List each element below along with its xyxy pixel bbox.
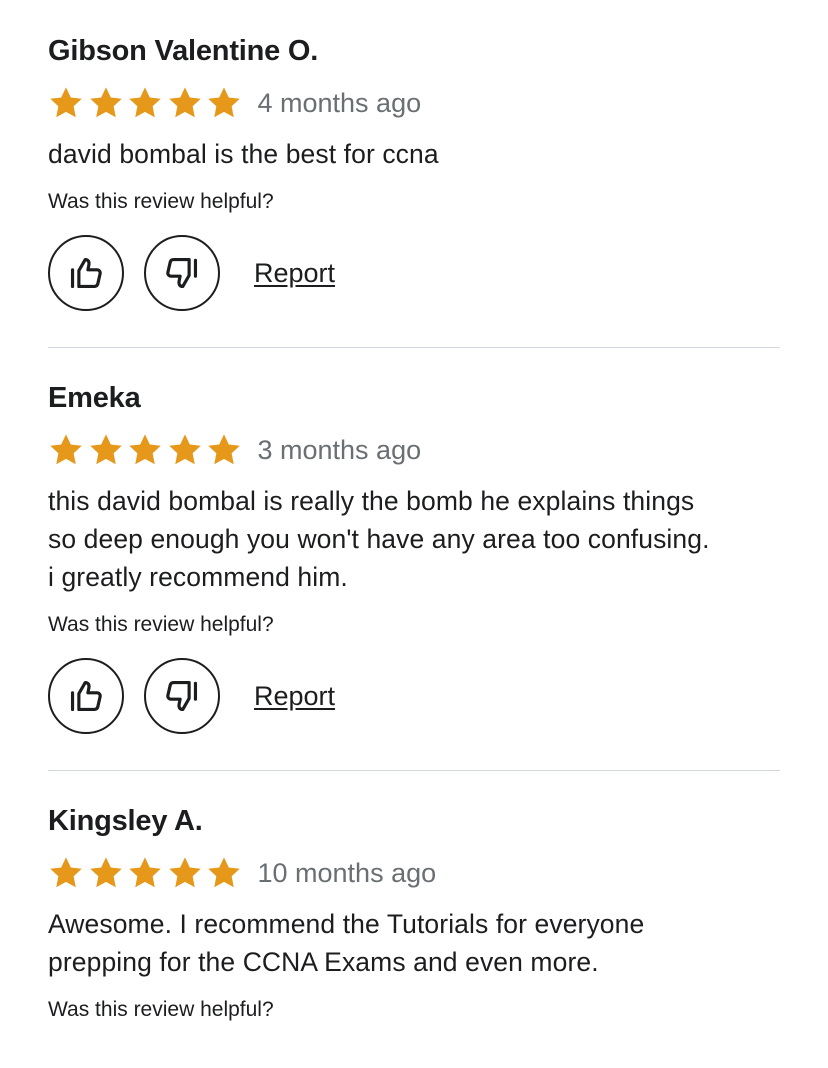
review-item: Kingsley A. 10 months ago Awesome. I rec…	[48, 771, 780, 1025]
thumbs-up-button[interactable]	[48, 235, 124, 311]
helpful-prompt: Was this review helpful?	[48, 998, 274, 1021]
star-rating	[48, 85, 246, 121]
thumbs-up-button[interactable]	[48, 658, 124, 734]
thumbs-up-icon	[67, 677, 105, 715]
review-text: Awesome. I recommend the Tutorials for e…	[48, 905, 780, 981]
star-icon	[206, 855, 242, 891]
report-link[interactable]: Report	[254, 681, 335, 712]
thumbs-down-icon	[163, 254, 201, 292]
helpful-prompt: Was this review helpful?	[48, 190, 274, 213]
star-icon	[88, 85, 124, 121]
rating-row: 10 months ago	[48, 855, 780, 891]
star-icon	[206, 432, 242, 468]
star-icon	[48, 855, 84, 891]
rating-row: 4 months ago	[48, 85, 780, 121]
review-text-line: i greatly recommend him.	[48, 562, 348, 592]
reviewer-name: Gibson Valentine O.	[48, 35, 319, 67]
star-icon	[167, 855, 203, 891]
star-icon	[127, 855, 163, 891]
reviews-list: Gibson Valentine O. 4 months ago david b…	[48, 0, 780, 1025]
review-text-line: david bombal is the best for ccna	[48, 139, 439, 169]
thumbs-down-button[interactable]	[144, 235, 220, 311]
star-icon	[48, 432, 84, 468]
star-icon	[88, 855, 124, 891]
review-date: 4 months ago	[257, 88, 422, 118]
star-icon	[167, 432, 203, 468]
thumbs-down-button[interactable]	[144, 658, 220, 734]
review-text-line: this david bombal is really the bomb he …	[48, 486, 695, 516]
review-actions: Report	[48, 233, 780, 313]
star-icon	[167, 85, 203, 121]
thumbs-down-icon	[163, 677, 201, 715]
star-icon	[127, 432, 163, 468]
thumbs-up-icon	[67, 254, 105, 292]
review-item: Gibson Valentine O. 4 months ago david b…	[48, 0, 780, 348]
review-date: 3 months ago	[257, 435, 422, 465]
review-item: Emeka 3 months ago this david bombal is …	[48, 348, 780, 771]
rating-row: 3 months ago	[48, 432, 780, 468]
review-text: this david bombal is really the bomb he …	[48, 482, 780, 596]
review-actions: Report	[48, 656, 780, 736]
star-icon	[48, 85, 84, 121]
star-icon	[127, 85, 163, 121]
helpful-prompt: Was this review helpful?	[48, 613, 274, 636]
review-text-line: prepping for the CCNA Exams and even mor…	[48, 947, 599, 977]
reviewer-name: Emeka	[48, 382, 141, 414]
reviewer-name: Kingsley A.	[48, 805, 203, 837]
review-text-line: so deep enough you won't have any area t…	[48, 524, 710, 554]
star-icon	[88, 432, 124, 468]
review-text: david bombal is the best for ccna	[48, 135, 780, 173]
star-rating	[48, 432, 246, 468]
report-link[interactable]: Report	[254, 258, 335, 289]
review-text-line: Awesome. I recommend the Tutorials for e…	[48, 909, 645, 939]
star-rating	[48, 855, 246, 891]
review-date: 10 months ago	[257, 858, 437, 888]
star-icon	[206, 85, 242, 121]
